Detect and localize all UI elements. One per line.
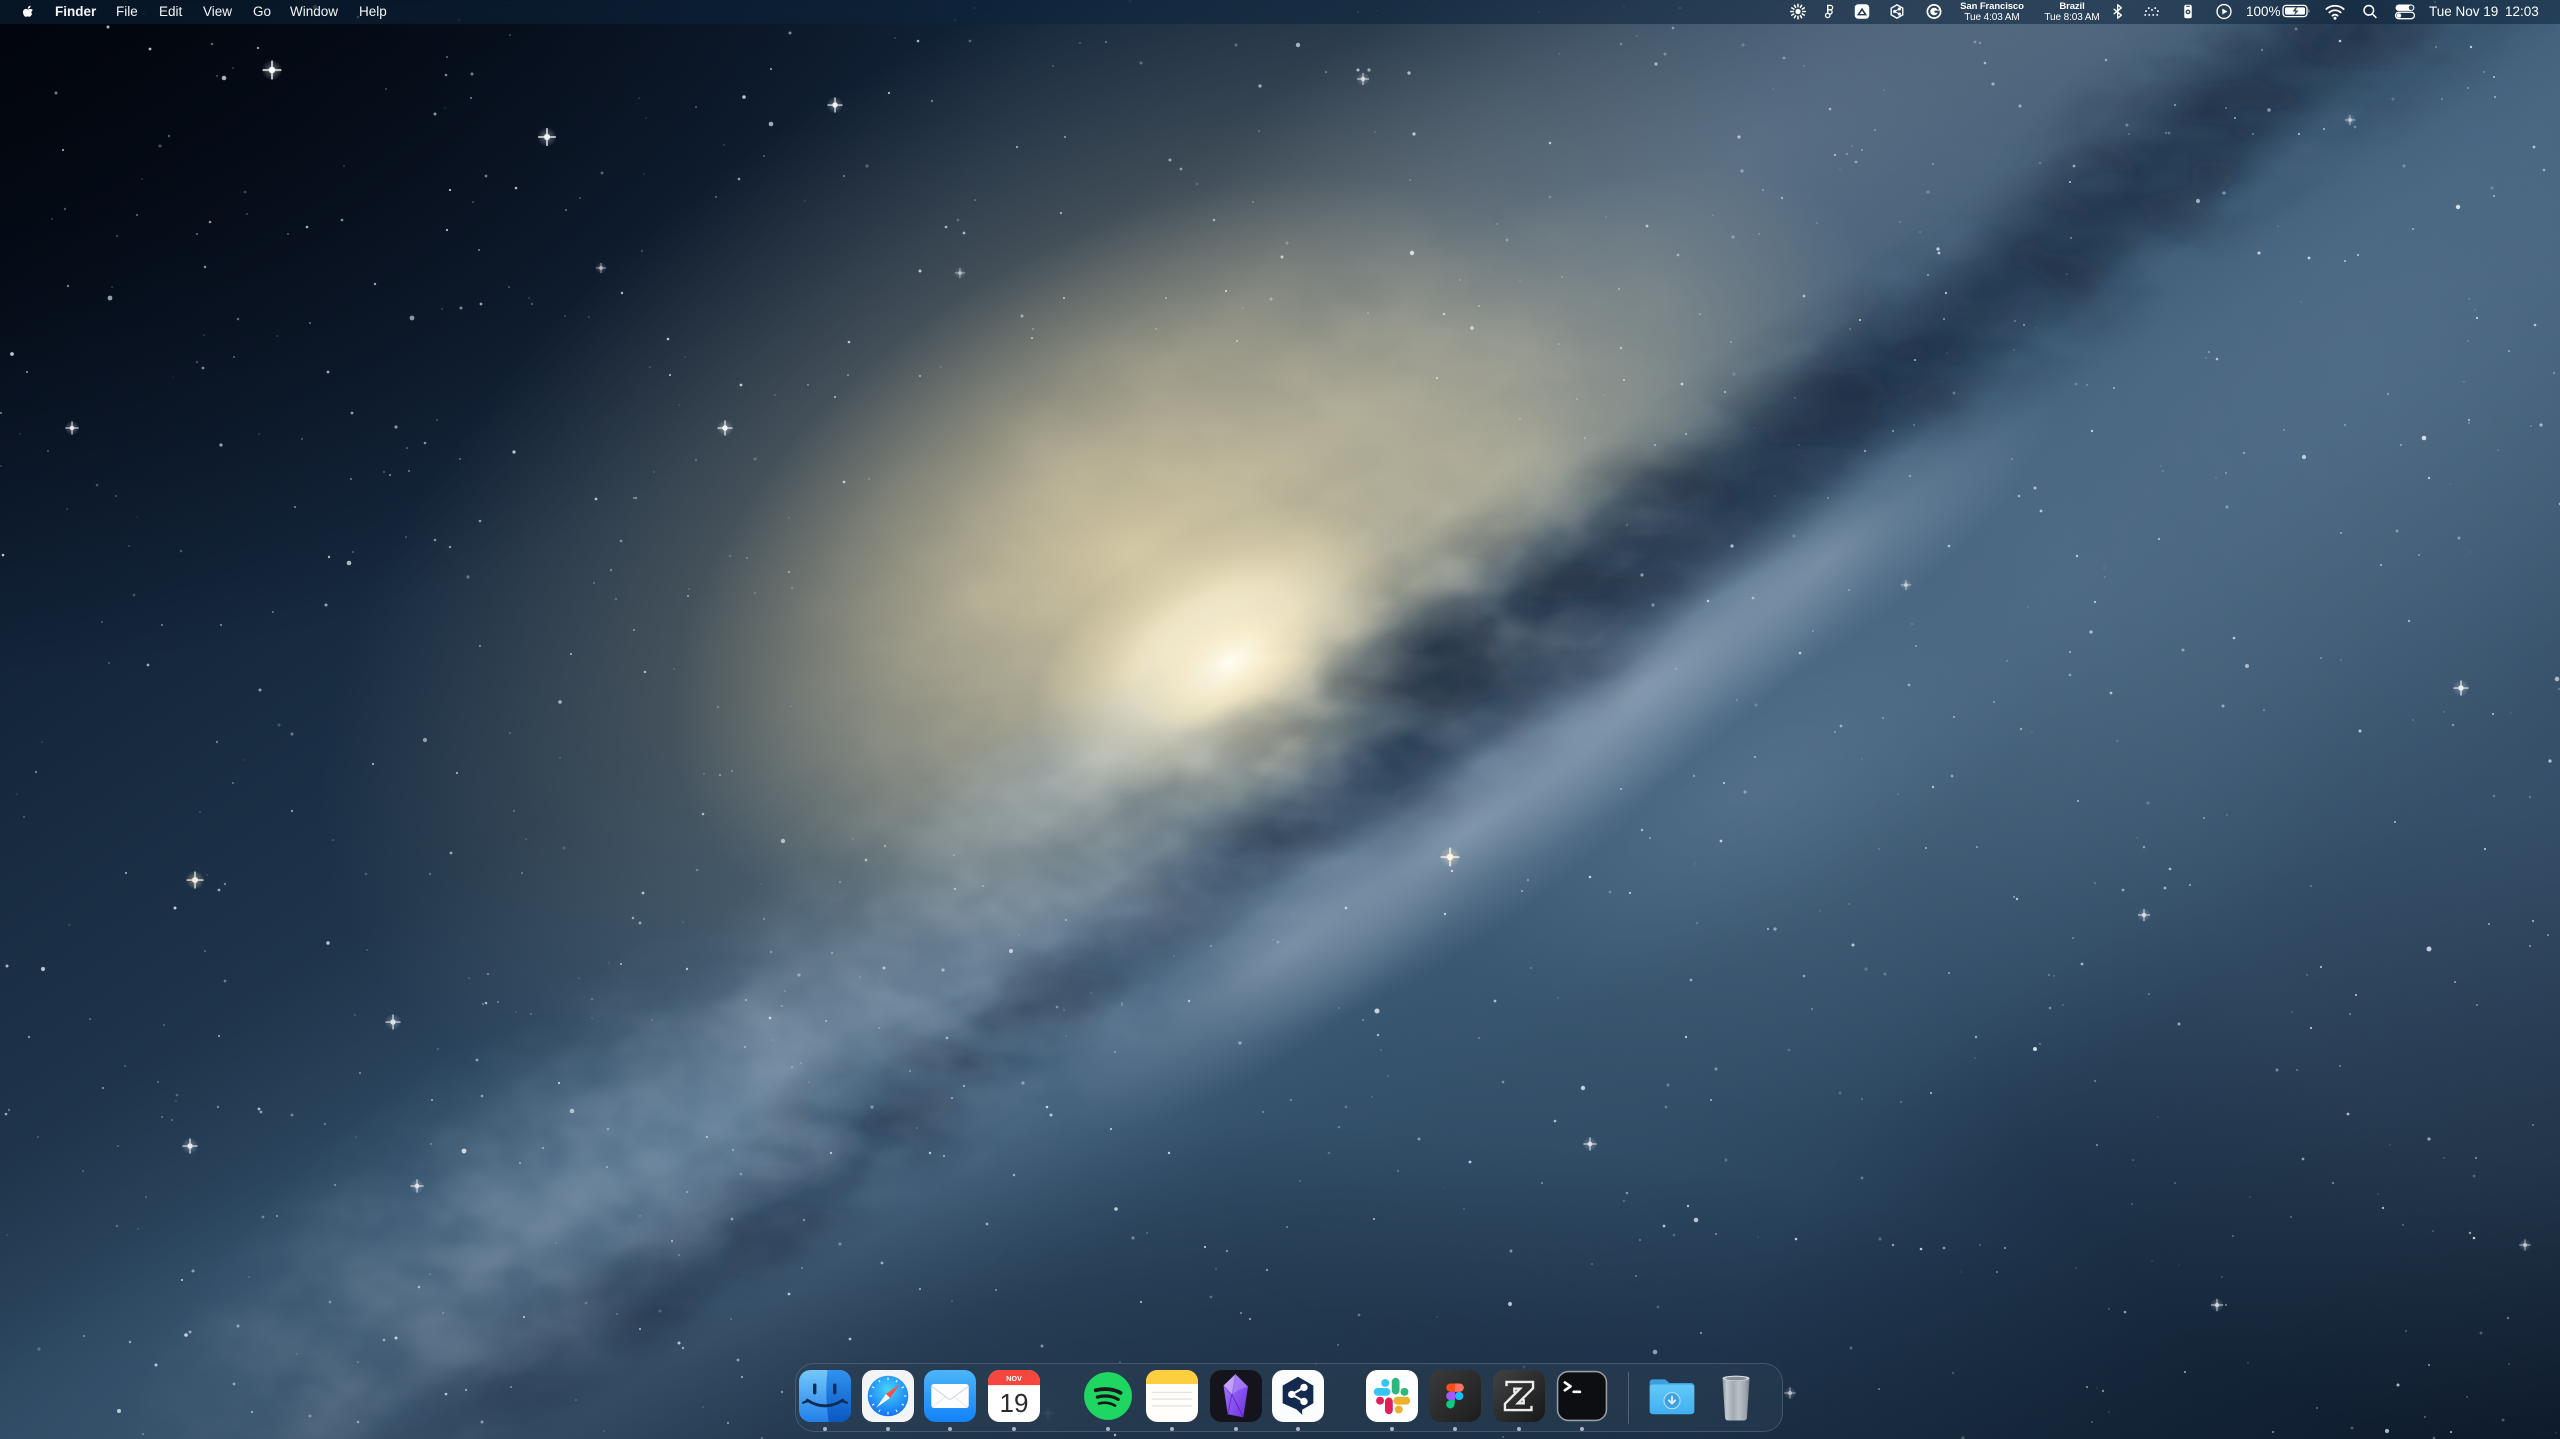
svg-text:NOV: NOV [1006, 1374, 1022, 1383]
svg-text:19: 19 [1000, 1388, 1029, 1418]
